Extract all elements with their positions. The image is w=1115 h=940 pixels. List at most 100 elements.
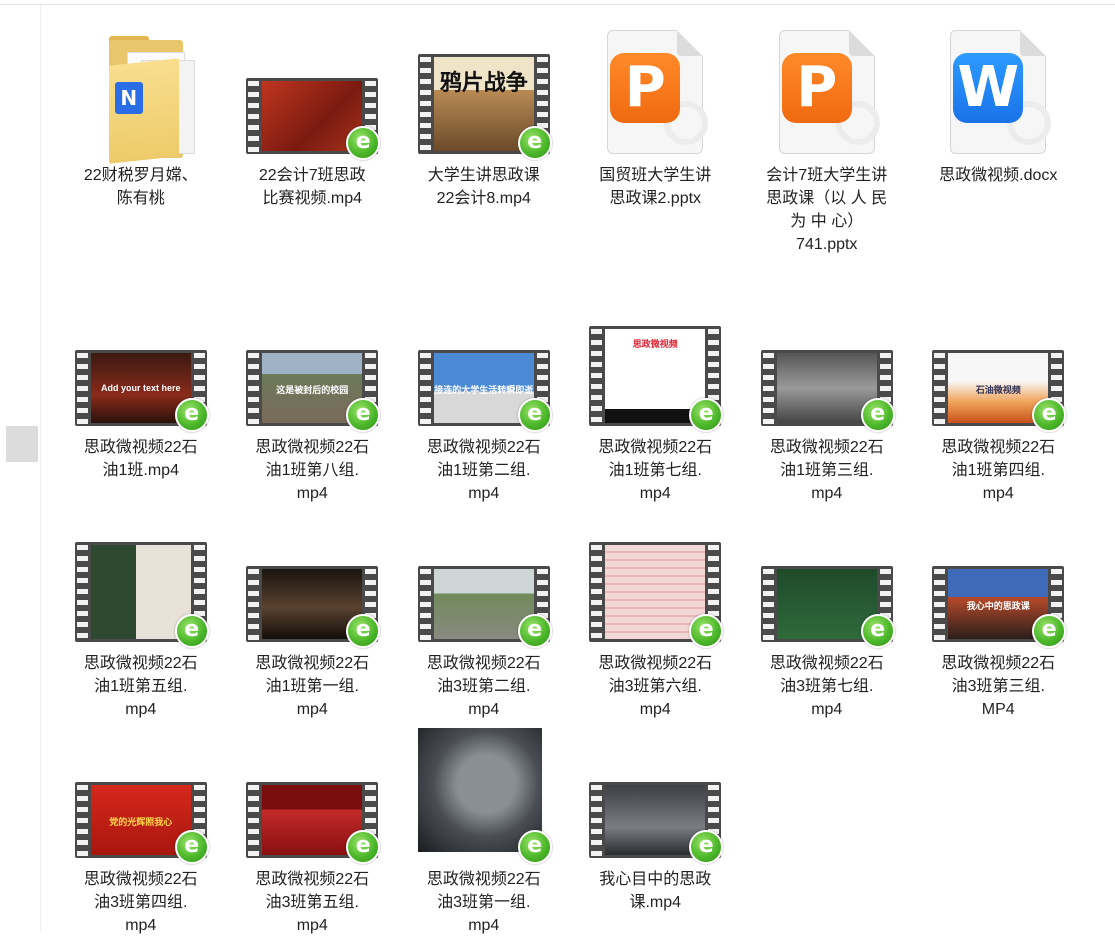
player-badge-icon: e (689, 830, 724, 864)
player-badge-icon: e (174, 830, 209, 864)
file-item[interactable]: 接连的大学生活转瞬即逝 e 思政微视频22石 油1班第二组. mp4 (398, 292, 570, 508)
file-name: 思政微视频22石 油1班第三组. mp4 (769, 439, 884, 502)
file-name: 思政微视频22石 油1班第七组. mp4 (598, 439, 713, 502)
file-row: N 22财税罗月嫦、 陈有桃 e 22会计7班思政 比赛视频.mp4 鸦片战争 e 大学生讲… (55, 20, 1095, 292)
file-item[interactable]: 石油微视频 e 思政微视频22石 油1班第四组. mp4 (913, 292, 1085, 508)
file-name: 思政微视频22石 油1班第一组. mp4 (255, 655, 370, 718)
file-item[interactable]: 党的光辉照我心 e 思政微视频22石 油3班第四组. mp4 (55, 724, 227, 940)
player-badge-icon: e (689, 398, 724, 432)
file-name: 思政微视频22石 油3班第七组. mp4 (769, 655, 884, 718)
video-file-icon: 思政微视频 e (585, 292, 725, 432)
film-perforations (762, 566, 774, 642)
writer-app-icon: W (953, 53, 1024, 123)
top-border (0, 4, 1115, 5)
video-file-icon: 鸦片战争 e (414, 20, 554, 160)
player-badge-icon: e (1032, 614, 1067, 648)
video-file-icon: Add your text here e (71, 292, 211, 432)
player-badge-icon: e (1032, 398, 1067, 432)
file-name: 思政微视频22石 油1班.mp4 (83, 439, 198, 479)
file-item[interactable]: W 思政微视频.docx (913, 20, 1085, 292)
frame-caption: 石油微视频 (975, 385, 1021, 395)
file-name: 思政微视频22石 油1班第五组. mp4 (83, 655, 198, 718)
docx-file-icon: W (928, 20, 1068, 160)
file-item[interactable]: 这是被封后的校园 e 思政微视频22石 油1班第八组. mp4 (227, 292, 399, 508)
video-file-icon: e (242, 724, 382, 864)
film-perforations (419, 350, 431, 426)
player-badge-icon: e (517, 398, 552, 432)
file-name: 思政微视频22石 油3班第一组. mp4 (426, 871, 541, 934)
film-perforations (591, 782, 603, 858)
file-item[interactable]: 我心中的思政课 e 思政微视频22石 油3班第三组. MP4 (913, 508, 1085, 724)
file-name: 我心目中的思政 课.mp4 (599, 871, 712, 911)
file-item[interactable]: N 22财税罗月嫦、 陈有桃 (55, 20, 227, 292)
file-name: 会计7班大学生讲 思政课（以 人 民 为 中 心） 741.pptx (766, 167, 888, 253)
player-badge-icon: e (689, 614, 724, 648)
video-file-icon: e (242, 20, 382, 160)
film-perforations (248, 566, 260, 642)
file-item[interactable]: Add your text here e 思政微视频22石 油1班.mp4 (55, 292, 227, 508)
file-grid: N 22财税罗月嫦、 陈有桃 e 22会计7班思政 比赛视频.mp4 鸦片战争 e 大学生讲… (55, 20, 1095, 940)
file-item[interactable]: e 思政微视频22石 油3班第五组. mp4 (227, 724, 399, 940)
file-name: 思政微视频22石 油3班第四组. mp4 (83, 871, 198, 934)
pptx-file-icon: P (585, 20, 725, 160)
file-item[interactable]: 思政微视频 e 思政微视频22石 油1班第七组. mp4 (570, 292, 742, 508)
player-badge-icon: e (174, 398, 209, 432)
document-page: P (778, 30, 880, 154)
file-item[interactable]: e 思政微视频22石 油3班第一组. mp4 (398, 724, 570, 940)
file-name: 22财税罗月嫦、 陈有桃 (83, 167, 198, 207)
file-item[interactable]: e 我心目中的思政 课.mp4 (570, 724, 742, 940)
player-badge-icon: e (346, 830, 381, 864)
player-badge-icon: e (517, 126, 552, 160)
file-name: 大学生讲思政课 22会计8.mp4 (427, 167, 540, 207)
presentation-app-icon: P (610, 53, 681, 123)
film-perforations (934, 350, 946, 426)
document-page: W (950, 30, 1052, 154)
file-item[interactable]: e 思政微视频22石 油3班第六组. mp4 (570, 508, 742, 724)
player-badge-icon: e (174, 614, 209, 648)
file-name: 思政微视频22石 油3班第三组. MP4 (941, 655, 1056, 718)
player-badge-icon: e (860, 614, 895, 648)
frame-caption: 思政微视频 (632, 339, 678, 349)
film-perforations (76, 782, 88, 858)
frame-caption: 我心中的思政课 (966, 601, 1030, 611)
file-name: 22会计7班思政 比赛视频.mp4 (258, 167, 366, 207)
film-perforations (419, 54, 431, 154)
frame-caption: Add your text here (100, 383, 181, 393)
presentation-app-icon: P (781, 53, 852, 123)
pane-divider (40, 5, 41, 931)
file-item[interactable]: P 会计7班大学生讲 思政课（以 人 民 为 中 心） 741.pptx (741, 20, 913, 292)
file-item[interactable]: e 22会计7班思政 比赛视频.mp4 (227, 20, 399, 292)
pane-resize-handle[interactable] (6, 426, 38, 462)
film-perforations (591, 326, 603, 426)
file-item[interactable]: e 思政微视频22石 油3班第七组. mp4 (741, 508, 913, 724)
player-badge-icon: e (517, 614, 552, 648)
film-perforations (248, 78, 260, 154)
file-item[interactable]: e 思政微视频22石 油1班第三组. mp4 (741, 292, 913, 508)
video-file-icon: 党的光辉照我心 e (71, 724, 211, 864)
file-row: e 思政微视频22石 油1班第五组. mp4 e 思政微视频22石 油1班第一组. m… (55, 508, 1095, 724)
film-perforations (762, 350, 774, 426)
player-badge-icon: e (517, 830, 552, 864)
video-file-icon: e (757, 508, 897, 648)
document-page: P (607, 30, 709, 154)
page-fold (677, 30, 704, 56)
file-item[interactable]: 鸦片战争 e 大学生讲思政课 22会计8.mp4 (398, 20, 570, 292)
film-perforations (248, 782, 260, 858)
file-name: 思政微视频22石 油1班第二组. mp4 (426, 439, 541, 502)
file-name: 思政微视频.docx (939, 167, 1058, 184)
file-row: 党的光辉照我心 e 思政微视频22石 油3班第四组. mp4 e 思政微视频22石 油3… (55, 724, 1095, 940)
file-item[interactable]: e 思政微视频22石 油1班第一组. mp4 (227, 508, 399, 724)
file-item[interactable]: P 国贸班大学生讲 思政课2.pptx (570, 20, 742, 292)
pptx-file-icon: P (757, 20, 897, 160)
file-name: 思政微视频22石 油3班第二组. mp4 (426, 655, 541, 718)
file-item[interactable]: e 思政微视频22石 油1班第五组. mp4 (55, 508, 227, 724)
file-item[interactable]: e 思政微视频22石 油3班第二组. mp4 (398, 508, 570, 724)
video-file-icon: 我心中的思政课 e (928, 508, 1068, 648)
frame-caption: 这是被封后的校园 (276, 385, 349, 395)
file-row: Add your text here e 思政微视频22石 油1班.mp4 这是被封后… (55, 292, 1095, 508)
player-badge-icon: e (860, 398, 895, 432)
film-perforations (934, 566, 946, 642)
frame-caption: 接连的大学生活转瞬即逝 (434, 385, 534, 395)
video-file-icon: e (414, 508, 554, 648)
film-perforations (419, 566, 431, 642)
